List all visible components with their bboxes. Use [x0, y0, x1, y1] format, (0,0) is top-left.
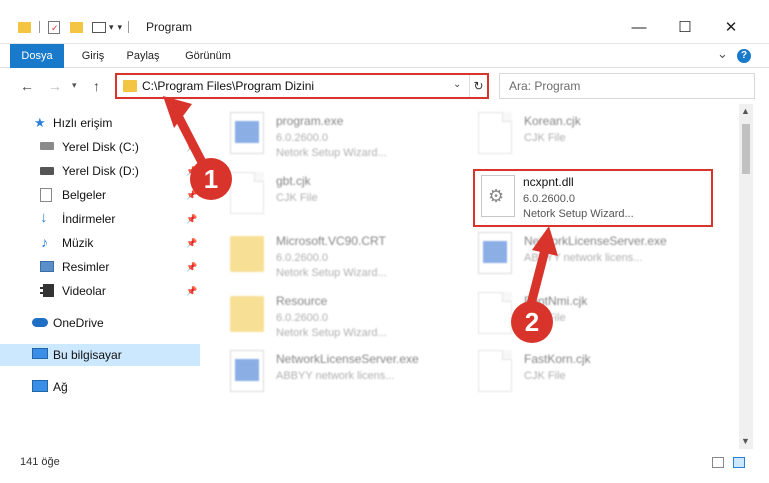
separator: [39, 21, 40, 33]
quick-access-toolbar: ✓ ▾ ▾: [18, 18, 130, 36]
search-box[interactable]: Ara: Program: [499, 73, 755, 99]
search-placeholder[interactable]: Ara: Program: [509, 79, 580, 93]
sidebar-item-disk-c[interactable]: Yerel Disk (C:) 📌: [0, 136, 200, 158]
ribbon: Dosya Giriş Paylaş Görünüm ⌄ ?: [0, 44, 769, 100]
help-icon[interactable]: ?: [737, 49, 751, 63]
sidebar-item-music[interactable]: ♪ Müzik 📌: [0, 232, 200, 254]
highlighted-file[interactable]: ⚙ ncxpnt.dll 6.0.2600.0 Netork Setup Wiz…: [473, 169, 713, 227]
pin-icon[interactable]: 📌: [186, 286, 197, 297]
videos-icon: [40, 284, 54, 297]
folder-icon[interactable]: [18, 21, 31, 33]
item-count: 141 öğe: [20, 456, 60, 468]
sidebar-item-onedrive[interactable]: OneDrive: [0, 312, 200, 334]
status-bar: 141 öğe: [0, 452, 769, 476]
cloud-icon: [32, 318, 48, 327]
collapse-ribbon-icon[interactable]: ⌄: [717, 46, 728, 62]
sidebar-item-downloads[interactable]: ↓ İndirmeler 📌: [0, 208, 200, 230]
network-icon: [32, 380, 48, 392]
refresh-icon[interactable]: ↻: [469, 75, 487, 97]
folder-icon: [230, 236, 264, 272]
document-icon: [478, 112, 512, 154]
pin-icon[interactable]: 📌: [186, 238, 197, 249]
sidebar-item-videos[interactable]: Videolar 📌: [0, 280, 200, 302]
file-list: program.exe 6.0.2600.0 Netork Setup Wiza…: [208, 104, 738, 449]
star-icon: ★: [34, 115, 46, 130]
exe-icon: [230, 112, 264, 154]
documents-icon: [40, 188, 52, 202]
pin-icon[interactable]: 📌: [186, 142, 197, 153]
file-name: ncxpnt.dll: [523, 175, 574, 189]
folder-icon: [230, 296, 264, 332]
chevron-down-icon[interactable]: ▾: [109, 22, 114, 33]
list-item[interactable]: Microsoft.VC90.CRT 6.0.2600.0 Netork Set…: [230, 232, 460, 288]
folder-icon: [123, 80, 137, 92]
new-folder-icon[interactable]: [70, 21, 83, 33]
chevron-down-icon[interactable]: ⌄: [453, 79, 461, 90]
pin-icon[interactable]: 📌: [186, 262, 197, 273]
sidebar-item-network[interactable]: Ağ: [0, 376, 200, 398]
window-title: Program: [146, 20, 193, 34]
scroll-down-icon[interactable]: ▼: [741, 436, 750, 446]
list-item[interactable]: Korean.cjk CJK File: [478, 112, 708, 168]
list-item[interactable]: NetworkLicenseServer.exe ABBYY network l…: [230, 350, 460, 406]
back-icon[interactable]: ←: [20, 78, 34, 94]
pin-icon[interactable]: 📌: [186, 214, 197, 225]
list-item[interactable]: NetworkLicenseServer.exe ABBYY network l…: [478, 232, 708, 288]
minimize-button[interactable]: —: [616, 14, 662, 40]
list-item[interactable]: FastKorn.cjk CJK File: [478, 350, 708, 406]
document-icon: [230, 172, 264, 214]
tab-share[interactable]: Paylaş: [120, 44, 166, 68]
sidebar-item-documents[interactable]: Belgeler 📌: [0, 184, 200, 206]
tab-home[interactable]: Giriş: [72, 44, 114, 68]
exe-icon: [230, 350, 264, 392]
maximize-button[interactable]: ☐: [662, 14, 708, 40]
forward-icon[interactable]: →: [48, 78, 62, 94]
sidebar-item-pictures[interactable]: Resimler 📌: [0, 256, 200, 278]
gear-file-icon: ⚙: [481, 175, 515, 217]
document-icon: [478, 350, 512, 392]
properties-icon[interactable]: ✓: [48, 20, 60, 34]
computer-icon: [32, 348, 48, 359]
scroll-up-icon[interactable]: ▲: [741, 106, 750, 116]
navigation-pane: ★ Hızlı erişim Yerel Disk (C:) 📌 Yerel D…: [0, 104, 205, 444]
scroll-thumb[interactable]: [742, 124, 750, 174]
pictures-icon: [40, 261, 54, 272]
music-icon: ♪: [41, 234, 48, 250]
vertical-scrollbar[interactable]: ▲ ▼: [739, 104, 753, 449]
file-version: 6.0.2600.0: [523, 193, 575, 205]
file-description: Netork Setup Wizard...: [523, 208, 634, 220]
exe-icon: [478, 232, 512, 274]
sidebar-item-this-pc[interactable]: Bu bilgisayar: [0, 344, 200, 366]
address-bar[interactable]: C:\Program Files\Program Dizini ⌄ ↻: [115, 73, 489, 99]
sidebar-item-quick-access[interactable]: ★ Hızlı erişim: [0, 112, 200, 134]
recent-locations-icon[interactable]: ▾: [72, 80, 77, 91]
dropdown-icon[interactable]: ▾: [118, 22, 123, 33]
list-item[interactable]: program.exe 6.0.2600.0 Netork Setup Wiza…: [230, 112, 460, 168]
document-icon: [478, 292, 512, 334]
sidebar-item-disk-d[interactable]: Yerel Disk (D:) 📌: [0, 160, 200, 182]
separator: [128, 21, 130, 33]
up-icon[interactable]: ↑: [93, 78, 100, 94]
list-item[interactable]: Resource 6.0.2600.0 Netork Setup Wizard.…: [230, 292, 460, 348]
drive-icon: [40, 142, 54, 150]
large-icons-view-icon[interactable]: [733, 457, 745, 468]
customize-icon[interactable]: [92, 21, 106, 33]
tab-view[interactable]: Görünüm: [176, 44, 240, 68]
step-badge-2: 2: [511, 301, 553, 343]
drive-icon: [40, 167, 54, 175]
close-button[interactable]: ✕: [708, 14, 754, 40]
list-item[interactable]: gbt.cjk CJK File: [230, 172, 460, 228]
step-badge-1: 1: [190, 158, 232, 200]
details-view-icon[interactable]: [712, 457, 724, 468]
title-bar: ✓ ▾ ▾ Program — ☐ ✕: [0, 0, 769, 44]
address-path[interactable]: C:\Program Files\Program Dizini: [142, 79, 314, 93]
download-icon: ↓: [40, 209, 48, 226]
